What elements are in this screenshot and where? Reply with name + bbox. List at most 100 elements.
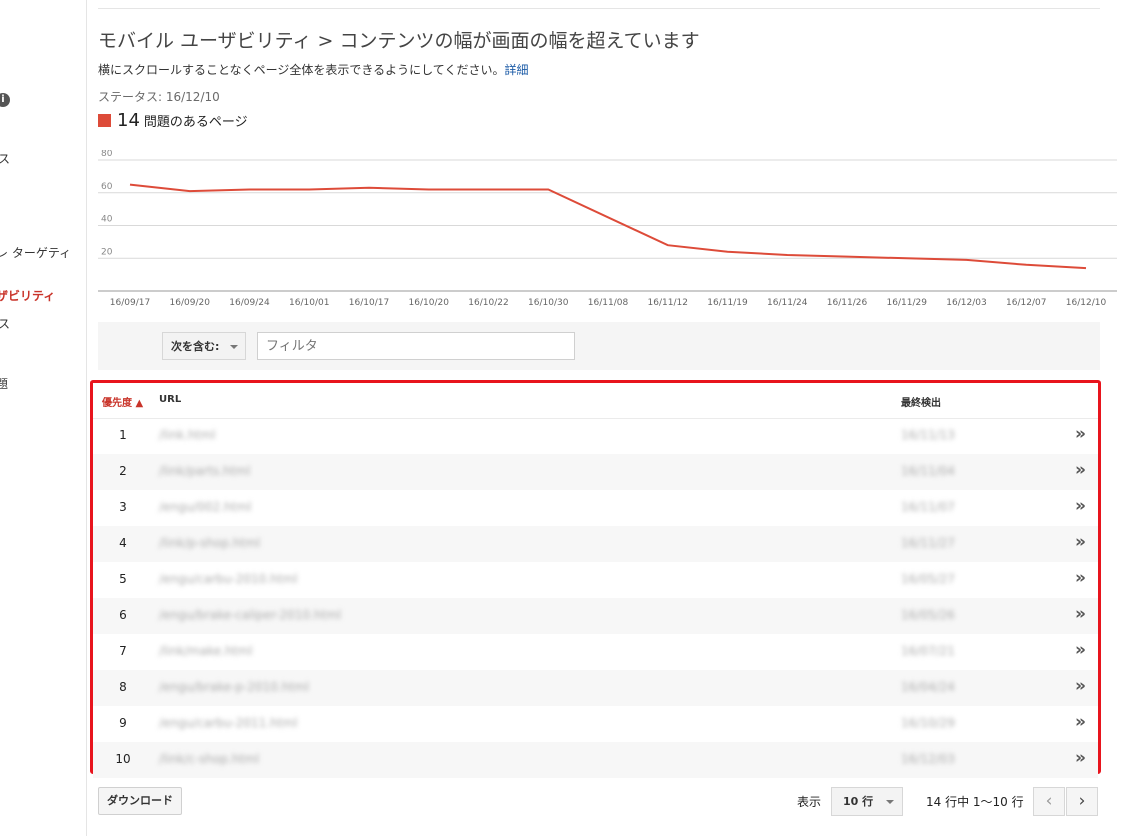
- double-chevron-right-icon[interactable]: »: [1075, 496, 1086, 516]
- table-row[interactable]: 6/engu/brake-caliper-2010.html 16/05/26 »: [93, 598, 1098, 634]
- row-url[interactable]: /engu/brake-caliper-2010.html: [159, 608, 341, 622]
- table-row[interactable]: 1/link.html 16/11/13 »: [93, 418, 1098, 454]
- table-row[interactable]: 7/link/make.html 16/07/21 »: [93, 634, 1098, 670]
- filter-match-select[interactable]: 次を含む:: [162, 332, 246, 360]
- rows-per-page-value: 10 行: [843, 795, 874, 808]
- double-chevron-right-icon[interactable]: »: [1075, 748, 1086, 768]
- issue-summary: 14 問題のあるページ: [98, 110, 248, 131]
- row-last-detected: 16/11/27: [901, 536, 955, 550]
- y-tick-label: 20: [101, 247, 113, 257]
- row-last-detected: 16/10/29: [901, 716, 955, 730]
- chevron-down-icon: [886, 800, 894, 804]
- chevron-down-icon: [230, 345, 238, 349]
- table-row[interactable]: 4/link/p-shop.html 16/11/27 »: [93, 526, 1098, 562]
- y-tick-label: 60: [101, 182, 113, 192]
- row-last-detected: 16/12/03: [901, 752, 955, 766]
- row-url[interactable]: /engu/carbu-2011.html: [159, 716, 297, 730]
- double-chevron-right-icon[interactable]: »: [1075, 712, 1086, 732]
- sidebar-item-targeting[interactable]: レ ターゲティ: [0, 244, 71, 261]
- rows-per-page-select[interactable]: 10 行: [831, 787, 903, 816]
- row-url[interactable]: /link/p-shop.html: [159, 536, 260, 550]
- show-label: 表示: [797, 795, 822, 809]
- description-text: 横にスクロールすることなくページ全体を表示できるようにしてください。: [98, 63, 505, 77]
- x-tick-label: 16/09/20: [170, 298, 211, 308]
- y-tick-label: 40: [101, 215, 113, 225]
- url-table: 優先度 ▲ URL 最終検出 1/link.html 16/11/13» 2/lin…: [90, 380, 1101, 778]
- row-url[interactable]: /link/parts.html: [159, 464, 250, 478]
- next-page-button[interactable]: ›: [1066, 787, 1098, 816]
- x-tick-label: 16/10/20: [409, 298, 450, 308]
- column-header-last-detected[interactable]: 最終検出: [901, 394, 941, 409]
- double-chevron-right-icon[interactable]: »: [1075, 424, 1086, 444]
- issue-count: 14: [117, 110, 140, 131]
- row-url[interactable]: /engu/002.html: [159, 500, 251, 514]
- sidebar-item-4[interactable]: ス: [0, 315, 10, 332]
- row-last-detected: 16/11/04: [901, 464, 955, 478]
- issues-series-line: [129, 183, 1087, 270]
- row-last-detected: 16/11/13: [901, 428, 955, 442]
- row-priority: 8: [119, 680, 127, 694]
- row-url[interactable]: /engu/carbu-2010.html: [159, 572, 297, 586]
- table-header: 優先度 ▲ URL 最終検出: [93, 383, 1098, 419]
- row-url[interactable]: /link/make.html: [159, 644, 252, 658]
- row-priority: 6: [119, 608, 127, 622]
- row-priority: 5: [119, 572, 127, 586]
- table-row[interactable]: 3/engu/002.html 16/11/07 »: [93, 490, 1098, 526]
- table-row[interactable]: 10/link/c-shop.html 16/12/03 »: [93, 742, 1098, 778]
- status-text: ステータス: 16/12/10: [98, 90, 220, 104]
- download-button[interactable]: ダウンロード: [98, 787, 182, 815]
- row-last-detected: 16/04/24: [901, 680, 955, 694]
- page-description: 横にスクロールすることなくページ全体を表示できるようにしてください。詳細: [98, 61, 528, 78]
- double-chevron-right-icon[interactable]: »: [1075, 676, 1086, 696]
- column-header-url[interactable]: URL: [159, 394, 181, 405]
- sidebar: i ス レ ターゲティ ザビリティ ス 題: [0, 0, 87, 836]
- x-tick-label: 16/09/24: [229, 298, 270, 308]
- details-link[interactable]: 詳細: [504, 63, 528, 77]
- row-url[interactable]: /link.html: [159, 428, 215, 442]
- sidebar-item-mobile-usability[interactable]: ザビリティ: [0, 287, 55, 304]
- row-priority: 10: [115, 752, 131, 766]
- row-last-detected: 16/07/21: [901, 644, 955, 658]
- chevron-left-icon: ‹: [1045, 791, 1053, 811]
- row-last-detected: 16/05/26: [901, 608, 955, 622]
- page-title: モバイル ユーザビリティ > コンテンツの幅が画面の幅を超えています: [98, 30, 700, 52]
- double-chevron-right-icon[interactable]: »: [1075, 460, 1086, 480]
- top-divider: [98, 8, 1100, 9]
- table-row[interactable]: 8/engu/brake-p-2010.html 16/04/24 »: [93, 670, 1098, 706]
- row-last-detected: 16/11/07: [901, 500, 955, 514]
- x-tick-label: 16/11/12: [648, 298, 688, 308]
- row-priority: 3: [119, 500, 127, 514]
- row-last-detected: 16/05/27: [901, 572, 955, 586]
- x-tick-label: 16/11/29: [887, 298, 928, 308]
- table-row[interactable]: 5/engu/carbu-2010.html 16/05/27 »: [93, 562, 1098, 598]
- x-tick-label: 16/12/07: [1006, 298, 1046, 308]
- table-row[interactable]: 2/link/parts.html 16/11/04 »: [93, 454, 1098, 490]
- double-chevron-right-icon[interactable]: »: [1075, 604, 1086, 624]
- x-tick-label: 16/12/10: [1066, 298, 1107, 308]
- x-tick-label: 16/12/03: [946, 298, 986, 308]
- column-header-priority[interactable]: 優先度 ▲: [102, 394, 143, 409]
- double-chevron-right-icon[interactable]: »: [1075, 640, 1086, 660]
- table-row[interactable]: 9/engu/carbu-2011.html 16/10/29 »: [93, 706, 1098, 742]
- double-chevron-right-icon[interactable]: »: [1075, 568, 1086, 588]
- x-tick-label: 16/11/26: [827, 298, 868, 308]
- filter-select-label: 次を含む:: [171, 340, 220, 353]
- issue-label: 問題のあるページ: [143, 115, 248, 130]
- filter-input[interactable]: [257, 332, 575, 360]
- sidebar-item-1[interactable]: ス: [0, 150, 10, 167]
- row-priority: 2: [119, 464, 127, 478]
- issue-square-icon: [98, 114, 111, 127]
- row-url[interactable]: /link/c-shop.html: [159, 752, 259, 766]
- page-info: 14 行中 1～10 行: [926, 795, 1024, 809]
- x-tick-label: 16/11/24: [767, 298, 808, 308]
- x-tick-label: 16/10/01: [289, 298, 329, 308]
- x-tick-label: 16/11/19: [707, 298, 748, 308]
- y-tick-label: 80: [101, 150, 113, 159]
- row-priority: 9: [119, 716, 127, 730]
- x-tick-label: 16/10/22: [468, 298, 508, 308]
- double-chevron-right-icon[interactable]: »: [1075, 532, 1086, 552]
- info-icon[interactable]: i: [0, 93, 10, 107]
- sidebar-item-5[interactable]: 題: [0, 375, 8, 392]
- prev-page-button[interactable]: ‹: [1033, 787, 1065, 816]
- row-url[interactable]: /engu/brake-p-2010.html: [159, 680, 309, 694]
